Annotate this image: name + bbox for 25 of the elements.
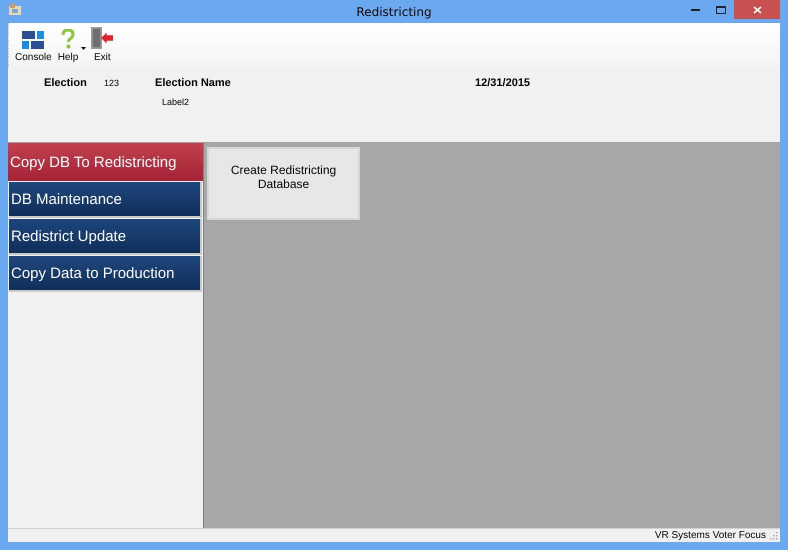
election-name: Label2 xyxy=(162,97,190,107)
minimize-icon xyxy=(690,9,700,11)
election-name-label: Election Name xyxy=(155,77,231,89)
nav-button[interactable]: DB Maintenance xyxy=(9,182,202,218)
action-button[interactable]: Create Redistricting Database xyxy=(207,147,360,220)
election-number: 123 xyxy=(104,78,120,88)
maximize-icon xyxy=(716,6,726,14)
close-button[interactable] xyxy=(734,0,780,19)
close-icon xyxy=(752,6,762,14)
nav-button[interactable]: Copy DB To Redistricting xyxy=(8,143,204,181)
status-text: VR Systems Voter Focus xyxy=(654,530,766,541)
tiles-icon xyxy=(22,31,44,49)
nav-button[interactable]: Redistrict Update xyxy=(9,219,202,255)
door-arrow-icon xyxy=(89,27,116,49)
toolbar-button[interactable]: Console xyxy=(12,27,55,63)
dropdown-caret-icon[interactable] xyxy=(81,47,86,50)
toolbar-button[interactable]: Help xyxy=(54,27,82,63)
window-title: Redistricting xyxy=(356,5,432,19)
election-label: Election xyxy=(44,77,87,89)
app-icon xyxy=(9,4,21,15)
nav-button[interactable]: Copy Data to Production xyxy=(9,256,202,292)
toolbar-button[interactable]: Exit xyxy=(86,27,118,63)
resize-grip-icon xyxy=(770,532,778,540)
election-date: 12/31/2015 xyxy=(475,77,530,89)
question-mark-icon xyxy=(60,29,75,49)
